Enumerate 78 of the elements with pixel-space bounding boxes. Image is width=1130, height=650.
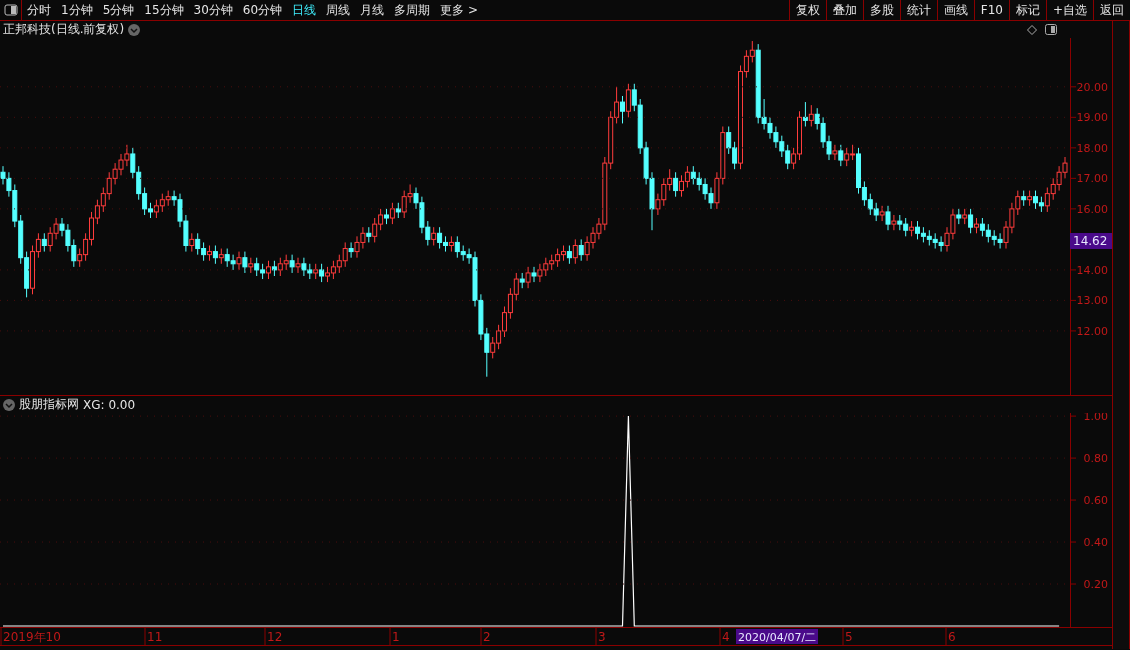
period-tab[interactable]: 1分钟 xyxy=(56,0,98,20)
toolbar-button[interactable]: 画线 xyxy=(936,0,974,20)
axis-label: 0.60 xyxy=(1083,494,1108,508)
chevron-down-icon[interactable] xyxy=(3,398,15,411)
toolbar-button[interactable]: 复权 xyxy=(788,0,826,20)
candlestick xyxy=(832,144,838,161)
toolbar-button[interactable]: F10 xyxy=(973,0,1009,20)
axis-label: 20.00 xyxy=(1076,80,1108,94)
candlestick xyxy=(879,205,885,222)
chevron-down-icon[interactable] xyxy=(128,23,141,36)
period-tab[interactable]: 周线 xyxy=(321,0,356,20)
candlestick xyxy=(838,144,844,167)
candlestick xyxy=(891,214,897,231)
panel-toggle-icon[interactable] xyxy=(1045,24,1057,35)
candlestick xyxy=(808,104,814,127)
axis-label: 13.00 xyxy=(1076,294,1108,308)
candlestick xyxy=(566,244,572,265)
more-menu[interactable]: 更多 > xyxy=(435,0,483,20)
period-tab[interactable]: 月线 xyxy=(355,0,390,20)
candlestick xyxy=(319,263,325,283)
axis-label: 16.00 xyxy=(1076,202,1108,216)
toolbar-button[interactable]: 多股 xyxy=(862,0,900,20)
date-label: 4 xyxy=(722,630,730,644)
axis-label: 0.20 xyxy=(1083,578,1108,591)
period-tab[interactable]: 30分钟 xyxy=(188,0,238,20)
current-price-label: 14.62 xyxy=(1070,233,1112,249)
candlestick xyxy=(266,260,271,280)
candlestick xyxy=(389,202,395,225)
candlestick xyxy=(572,238,578,265)
date-label: 1 xyxy=(392,630,400,644)
diamond-icon[interactable] xyxy=(1027,24,1037,35)
cursor-date-label: 2020/04/07/二 xyxy=(736,629,818,644)
period-tab[interactable]: 多周期 xyxy=(389,0,436,20)
toolbar-button[interactable]: 叠加 xyxy=(825,0,863,20)
candlestick xyxy=(620,95,625,124)
candlestick xyxy=(242,251,248,274)
period-tab[interactable]: 日线 xyxy=(287,0,322,20)
toolbar-button[interactable]: 返回 xyxy=(1093,0,1130,20)
period-tab[interactable]: 5分钟 xyxy=(97,0,140,20)
candlestick xyxy=(968,208,974,234)
date-label: 5 xyxy=(845,630,853,644)
axis-label: 17.00 xyxy=(1076,172,1108,186)
candlestick xyxy=(212,244,218,265)
candlestick xyxy=(802,101,808,127)
indicator-reading: XG: 0.00 xyxy=(83,397,136,412)
date-label: 3 xyxy=(598,630,606,644)
candlestick xyxy=(236,251,242,271)
axis-label: 0.40 xyxy=(1083,536,1108,550)
candlestick xyxy=(578,238,584,262)
candlestick xyxy=(189,232,195,253)
period-tab[interactable]: 分时 xyxy=(22,0,56,20)
chart-title: 正邦科技(日线.前复权) xyxy=(3,21,125,38)
candlestick xyxy=(295,257,301,274)
candlestick xyxy=(531,266,537,283)
candlestick xyxy=(41,232,47,253)
period-tab[interactable]: 15分钟 xyxy=(139,0,189,20)
date-label: 6 xyxy=(948,630,956,644)
candlestick xyxy=(625,83,631,118)
axis-label: 19.00 xyxy=(1076,111,1108,125)
indicator-name: 股朋指标网 xyxy=(19,396,79,413)
candlestick xyxy=(673,171,679,198)
date-label: 12 xyxy=(267,630,283,644)
candlestick xyxy=(885,205,891,231)
toolbar-button[interactable]: +自选 xyxy=(1045,0,1093,20)
candlestick xyxy=(289,254,295,274)
candlestick xyxy=(348,241,354,259)
candlestick xyxy=(525,266,531,289)
toolbar-button[interactable]: 统计 xyxy=(899,0,937,20)
period-tab[interactable]: 60分钟 xyxy=(237,0,288,20)
axis-label: 12.00 xyxy=(1076,324,1108,338)
toolbar-button[interactable]: 标记 xyxy=(1008,0,1046,20)
date-label: 2 xyxy=(483,630,491,644)
date-label: 2019年10 xyxy=(3,630,61,644)
axis-label: 18.00 xyxy=(1076,141,1108,155)
candlestick xyxy=(431,226,437,246)
date-label: 11 xyxy=(147,630,163,644)
axis-label: 14.00 xyxy=(1076,263,1108,277)
axis-label: 0.80 xyxy=(1083,452,1108,466)
